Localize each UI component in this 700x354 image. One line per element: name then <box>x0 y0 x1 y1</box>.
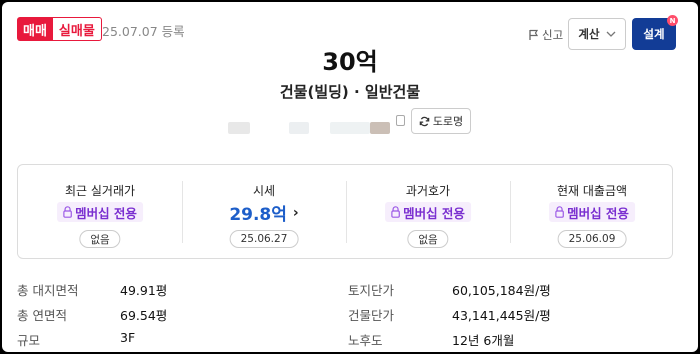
market-price-value: 29.8억 <box>229 205 287 225</box>
road-address-button[interactable]: 도로명 <box>411 108 471 134</box>
past-asking-column: 과거호가 멤버십 전용 없음 <box>346 165 510 260</box>
road-label: 도로명 <box>432 115 464 128</box>
listing-badges: 매매 실매물 <box>17 17 102 41</box>
copy-icon[interactable] <box>396 115 405 126</box>
current-loan-label: 현재 대출금액 <box>556 184 628 198</box>
listing-panel: 매매 실매물 25.07.07 등록 신고 계산 설계 N 30억 건물(빌딩)… <box>2 2 698 352</box>
recent-trade-column: 최근 실거래가 멤버십 전용 없음 <box>18 165 182 260</box>
land-price-value: 60,105,184원/평 <box>452 283 551 298</box>
trade-badge: 매매 <box>17 17 53 41</box>
market-price-link[interactable]: 29.8억 › <box>229 200 299 226</box>
member-label: 멤버십 전용 <box>403 205 465 221</box>
current-loan-date: 25.06.09 <box>557 230 627 248</box>
land-area-label: 총 대지면적 <box>17 283 79 298</box>
registered-date: 25.07.07 등록 <box>102 24 185 39</box>
address-redacted <box>370 122 390 134</box>
member-label: 멤버십 전용 <box>75 205 137 221</box>
lock-icon <box>63 206 72 218</box>
age-value: 12년 6개월 <box>452 333 515 348</box>
report-label: 신고 <box>542 28 564 42</box>
refresh-icon <box>419 116 430 126</box>
lock-icon <box>391 206 400 218</box>
recent-trade-pill: 없음 <box>79 230 121 248</box>
building-price-value: 43,141,445원/평 <box>452 308 551 323</box>
calc-label: 계산 <box>578 27 600 41</box>
recent-trade-label: 최근 실거래가 <box>64 184 136 198</box>
new-badge: N <box>667 15 678 26</box>
membership-only-badge[interactable]: 멤버십 전용 <box>385 202 471 222</box>
chevron-down-icon <box>606 31 616 37</box>
chevron-right-icon: › <box>292 204 299 221</box>
address-redacted <box>289 122 309 134</box>
current-loan-column: 현재 대출금액 멤버십 전용 25.06.09 <box>510 165 674 260</box>
address-redacted <box>330 122 370 134</box>
land-price-label: 토지단가 <box>348 283 395 298</box>
address-redacted <box>228 122 250 134</box>
market-price-label: 시세 <box>252 184 276 198</box>
building-type: 건물(빌딩) · 일반건물 <box>279 83 421 101</box>
market-price-date: 25.06.27 <box>229 230 299 248</box>
scale-label: 규모 <box>17 333 41 348</box>
real-listing-badge: 실매물 <box>52 17 102 41</box>
membership-only-badge[interactable]: 멤버십 전용 <box>57 202 143 222</box>
flag-icon <box>529 29 539 40</box>
age-label: 노후도 <box>348 333 383 348</box>
membership-only-badge[interactable]: 멤버십 전용 <box>549 202 635 222</box>
lock-icon <box>555 206 564 218</box>
report-button[interactable]: 신고 <box>528 27 563 43</box>
past-asking-pill: 없음 <box>407 230 449 248</box>
land-area-value: 49.91평 <box>120 283 168 298</box>
market-price-column: 시세 29.8억 › 25.06.27 <box>182 165 346 260</box>
scale-value: 3F <box>120 330 136 345</box>
member-label: 멤버십 전용 <box>567 205 629 221</box>
listing-price: 30억 <box>322 48 378 76</box>
past-asking-label: 과거호가 <box>405 184 451 198</box>
floor-area-label: 총 연면적 <box>17 308 67 323</box>
floor-area-value: 69.54평 <box>120 308 168 323</box>
explain-label: 설계 <box>643 27 665 41</box>
building-price-label: 건물단가 <box>348 308 395 323</box>
price-summary-card: 최근 실거래가 멤버십 전용 없음 시세 29.8억 › 25.06.27 과거… <box>17 164 673 259</box>
